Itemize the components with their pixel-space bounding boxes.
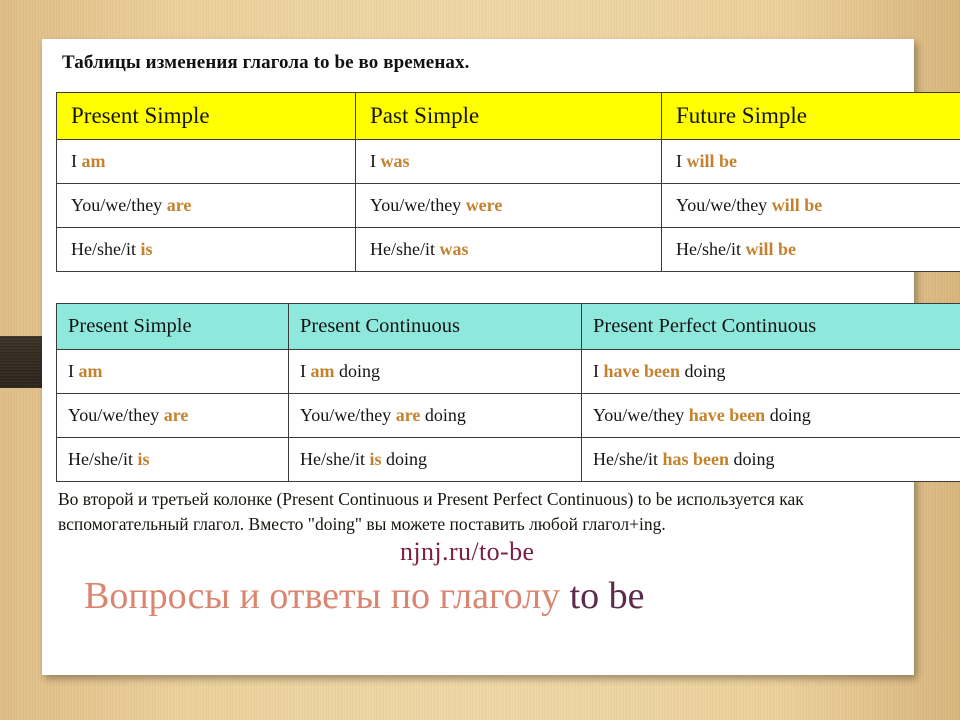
cell-subject: I [593,361,599,381]
cell-verb: was [380,151,410,171]
table-row: You/we/they are You/we/they are doing Yo… [56,393,960,438]
column-header-past-simple: Past Simple [355,92,662,140]
cell-verb: will be [745,239,797,259]
cell-subject: He/she/it [370,239,435,259]
cell-tail: doing [424,405,466,425]
table-row: He/she/it is He/she/it is doing He/she/i… [56,437,960,482]
cell-conjugation: He/she/it has been doing [581,437,960,482]
cell-verb: have been [688,405,766,425]
cell-verb: has been [662,449,730,469]
cell-conjugation: You/we/they were [355,183,662,228]
page-title: Таблицы изменения глагола to be во време… [62,52,470,73]
worksheet-card: Таблицы изменения глагола to be во време… [42,39,960,675]
table-row: You/we/they are You/we/they were You/we/… [56,183,960,228]
cell-tail: doing [769,405,811,425]
table-row: I am I was I will be [56,139,960,184]
cell-verb: will be [686,151,738,171]
cell-tail: doing [733,449,775,469]
cell-subject: I [676,151,682,171]
cell-verb: are [163,405,189,425]
cell-subject: You/we/they [300,405,392,425]
table-tenses-continuous: Present Simple Present Continuous Presen… [56,303,960,482]
cell-conjugation: I have been doing [581,349,960,394]
cell-tail: doing [339,361,381,381]
cell-subject: I [68,361,74,381]
cell-verb: are [395,405,421,425]
section-heading-main: Вопросы и ответы по глаголу [84,575,561,617]
table-row: I am I am doing I have been doing [56,349,960,394]
cell-subject: You/we/they [593,405,685,425]
table-header-row: Present Simple Past Simple Future Simple [56,92,960,140]
cell-subject: He/she/it [593,449,658,469]
cell-conjugation: He/she/it is [56,227,356,272]
cell-tail: doing [386,449,428,469]
cell-conjugation: I was [355,139,662,184]
cell-subject: He/she/it [71,239,136,259]
column-header-present-perfect-continuous: Present Perfect Continuous [581,303,960,350]
cell-conjugation: He/she/it will be [661,227,960,272]
cell-verb: am [310,361,335,381]
cell-conjugation: He/she/it was [355,227,662,272]
cell-verb: am [81,151,106,171]
cell-verb: is [137,449,150,469]
cell-verb: was [439,239,469,259]
cell-verb: are [166,195,192,215]
column-header-present-simple: Present Simple [56,303,289,350]
cell-verb: have been [603,361,681,381]
cell-subject: I [300,361,306,381]
table-tenses-basic: Present Simple Past Simple Future Simple… [56,92,960,272]
cell-verb: were [465,195,503,215]
explanation-paragraph: Во второй и третьей колонке (Present Con… [58,489,804,534]
cell-subject: He/she/it [300,449,365,469]
cell-conjugation: I am [56,139,356,184]
column-header-present-continuous: Present Continuous [288,303,582,350]
cell-conjugation: I will be [661,139,960,184]
cell-verb: will be [771,195,823,215]
cell-conjugation: You/we/they are doing [288,393,582,438]
cell-verb: is [369,449,382,469]
cell-subject: You/we/they [71,195,163,215]
cell-conjugation: He/she/it is [56,437,289,482]
cell-subject: He/she/it [676,239,741,259]
wood-band-left [0,336,45,388]
cell-tail: doing [684,361,726,381]
column-header-present-simple: Present Simple [56,92,356,140]
table-header-row: Present Simple Present Continuous Presen… [56,303,960,350]
cell-verb: is [140,239,153,259]
table-row: He/she/it is He/she/it was He/she/it wil… [56,227,960,272]
watermark-url: njnj.ru/to-be [400,537,535,566]
section-heading: Вопросы и ответы по глаголу to be [84,574,884,618]
cell-conjugation: You/we/they have been doing [581,393,960,438]
cell-subject: You/we/they [68,405,160,425]
cell-subject: I [71,151,77,171]
cell-conjugation: You/we/they are [56,393,289,438]
cell-conjugation: You/we/they will be [661,183,960,228]
cell-verb: am [78,361,103,381]
worksheet-content: Таблицы изменения глагола to be во време… [42,39,960,675]
cell-subject: He/she/it [68,449,133,469]
cell-conjugation: You/we/they are [56,183,356,228]
section-heading-accent: to be [569,575,645,617]
cell-subject: I [370,151,376,171]
cell-conjugation: I am [56,349,289,394]
column-header-future-simple: Future Simple [661,92,960,140]
cell-conjugation: He/she/it is doing [288,437,582,482]
cell-subject: You/we/they [370,195,462,215]
cell-subject: You/we/they [676,195,768,215]
cell-conjugation: I am doing [288,349,582,394]
